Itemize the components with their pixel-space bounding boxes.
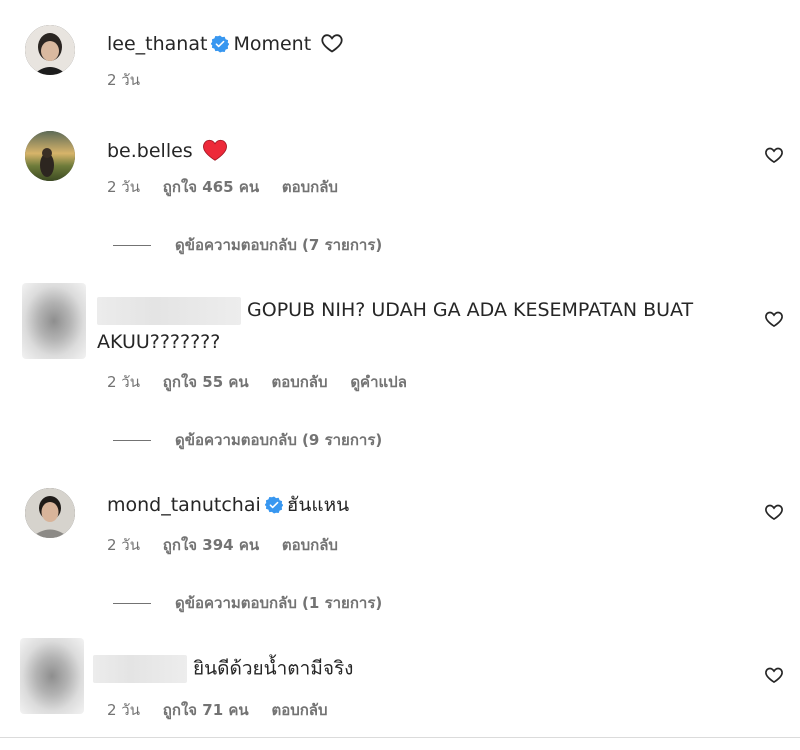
replies-divider [113,245,151,246]
verified-badge-icon [211,35,230,53]
username[interactable]: mond_tanutchai [107,494,261,516]
comment-text-block: GOPUB NIH? UDAH GA ADA KESEMPATAN BUAT A… [97,294,737,358]
caption-line: lee_thanat Moment [107,31,344,56]
view-replies-label: ดูข้อความตอบกลับ (7 รายการ) [175,236,383,254]
avatar[interactable] [25,488,75,538]
comment-meta: 2 วัน ถูกใจ 71 คน ตอบกลับ [107,700,346,720]
comment-line: ยินดีด้วยน้ำตามีจริง [93,655,353,683]
like-heart-icon[interactable] [764,145,784,165]
timestamp: 2 วัน [107,178,140,196]
timestamp: 2 วัน [107,701,140,719]
reply-button[interactable]: ตอบกลับ [271,701,327,719]
heart-outline-icon [321,34,343,53]
username[interactable] [97,296,241,325]
like-heart-icon[interactable] [764,309,784,329]
view-replies-label: ดูข้อความตอบกลับ (1 รายการ) [175,594,383,612]
avatar[interactable] [25,25,75,75]
bottom-divider [0,737,800,738]
comment-line: mond_tanutchai ฮันแหน [107,493,349,517]
like-count[interactable]: ถูกใจ 394 คน [163,536,259,554]
red-heart-emoji-icon [202,139,227,161]
timestamp: 2 วัน [107,536,140,554]
username[interactable]: be.belles [107,140,193,162]
avatar[interactable] [20,638,84,714]
caption-text: Moment [233,33,312,55]
avatar[interactable] [22,283,86,359]
timestamp: 2 วัน [107,71,140,89]
reply-button[interactable]: ตอบกลับ [282,178,338,196]
like-count[interactable]: ถูกใจ 55 คน [163,373,249,391]
translate-button[interactable]: ดูคำแปล [350,373,407,391]
view-replies-button[interactable]: ดูข้อความตอบกลับ (7 รายการ) [113,235,382,255]
comment-meta: 2 วัน ถูกใจ 465 คน ตอบกลับ [107,177,356,197]
view-replies-button[interactable]: ดูข้อความตอบกลับ (1 รายการ) [113,593,382,613]
comment-text: ยินดีด้วยน้ำตามีจริง [193,657,354,680]
comment-text: ฮันแหน [286,494,350,516]
username[interactable]: lee_thanat [107,33,207,55]
view-replies-label: ดูข้อความตอบกลับ (9 รายการ) [175,431,383,449]
avatar[interactable] [25,131,75,181]
like-heart-icon[interactable] [764,665,784,685]
caption-meta: 2 วัน [107,70,158,90]
comment-line: be.belles [107,137,228,163]
avatar-photo [25,488,75,538]
view-replies-button[interactable]: ดูข้อความตอบกลับ (9 รายการ) [113,430,382,450]
timestamp: 2 วัน [107,373,140,391]
reply-button[interactable]: ตอบกลับ [271,373,327,391]
comment-meta: 2 วัน ถูกใจ 394 คน ตอบกลับ [107,535,356,555]
replies-divider [113,440,151,441]
like-count[interactable]: ถูกใจ 465 คน [163,178,259,196]
replies-divider [113,603,151,604]
comment-meta: 2 วัน ถูกใจ 55 คน ตอบกลับ ดูคำแปล [107,372,425,392]
reply-button[interactable]: ตอบกลับ [282,536,338,554]
like-heart-icon[interactable] [764,502,784,522]
like-count[interactable]: ถูกใจ 71 คน [163,701,249,719]
avatar-photo [25,25,75,75]
username[interactable] [93,655,187,683]
avatar-photo [25,131,75,181]
verified-badge-icon [264,496,283,514]
